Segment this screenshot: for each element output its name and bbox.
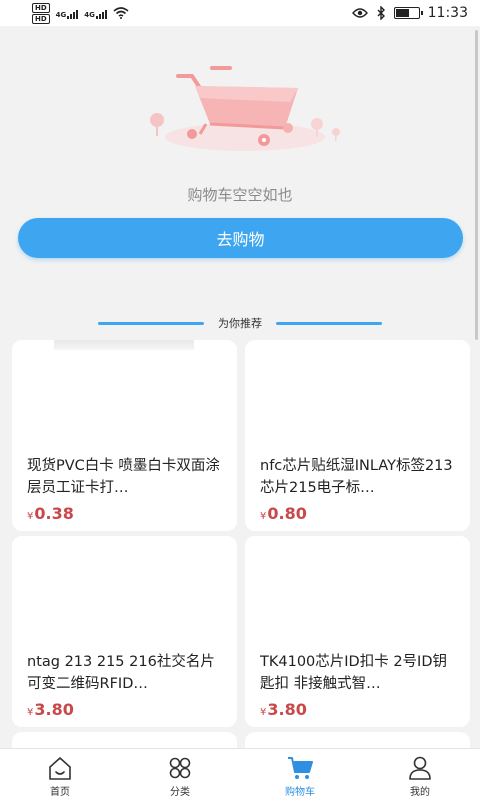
empty-cart-illustration bbox=[150, 66, 340, 151]
divider-line-right bbox=[276, 321, 382, 325]
status-bar: HD HD 4G 4G 11:33 bbox=[0, 0, 480, 26]
currency-symbol: ¥ bbox=[260, 511, 267, 522]
currency-symbol: ¥ bbox=[27, 707, 34, 718]
tab-home-label: 首页 bbox=[50, 787, 70, 798]
network-2-label: 4G bbox=[84, 11, 95, 19]
recommend-header: 为你推荐 bbox=[0, 314, 480, 332]
cart-icon bbox=[288, 757, 313, 779]
home-icon bbox=[49, 757, 71, 780]
product-card[interactable]: 现货PVC白卡 喷墨白卡双面涂层员工证卡打… ¥0.38 bbox=[12, 340, 237, 531]
product-name: nfc芯片贴纸湿INLAY标签213芯片215电子标… bbox=[260, 458, 453, 496]
product-card[interactable]: nfc芯片贴纸湿INLAY标签213芯片215电子标… ¥0.80 bbox=[245, 340, 470, 531]
sim2-badge: HD bbox=[32, 13, 50, 24]
product-price: ¥3.80 bbox=[260, 700, 307, 719]
go-shopping-button[interactable]: 去购物 bbox=[18, 218, 463, 258]
tab-cart[interactable]: 购物车 bbox=[240, 749, 360, 800]
signal-2-icon: 4G bbox=[84, 7, 107, 19]
status-left: HD HD 4G 4G bbox=[32, 2, 129, 24]
product-price: ¥0.38 bbox=[27, 504, 74, 523]
product-card[interactable]: ntag 213 215 216社交名片 可变二维码RFID… ¥3.80 bbox=[12, 536, 237, 727]
price-value: 0.38 bbox=[34, 504, 74, 523]
product-image[interactable] bbox=[12, 340, 237, 440]
status-right: 11:33 bbox=[351, 5, 468, 21]
product-image[interactable] bbox=[245, 340, 470, 440]
battery-icon bbox=[393, 7, 423, 19]
bottom-tab-bar: 首页 分类 购物车 我的 bbox=[0, 748, 480, 800]
recommend-title: 为你推荐 bbox=[218, 317, 262, 330]
sim1-badge: HD bbox=[32, 2, 50, 13]
signal-1-icon: 4G bbox=[56, 7, 79, 19]
divider-line-left bbox=[98, 321, 204, 325]
tab-home[interactable]: 首页 bbox=[0, 749, 120, 800]
product-image[interactable] bbox=[245, 536, 470, 636]
network-1-label: 4G bbox=[55, 11, 67, 19]
category-icon bbox=[169, 757, 191, 779]
product-name: ntag 213 215 216社交名片 可变二维码RFID… bbox=[27, 654, 215, 692]
product-card[interactable]: TK4100芯片ID扣卡 2号ID钥匙扣 非接触式智… ¥3.80 bbox=[245, 536, 470, 727]
product-image[interactable] bbox=[12, 536, 237, 636]
tab-category[interactable]: 分类 bbox=[120, 749, 240, 800]
bluetooth-icon bbox=[377, 6, 385, 20]
currency-symbol: ¥ bbox=[260, 707, 267, 718]
profile-icon bbox=[409, 756, 431, 780]
product-name: 现货PVC白卡 喷墨白卡双面涂层员工证卡打… bbox=[27, 458, 220, 496]
price-value: 3.80 bbox=[267, 700, 307, 719]
product-name: TK4100芯片ID扣卡 2号ID钥匙扣 非接触式智… bbox=[260, 654, 447, 692]
clock: 11:33 bbox=[427, 5, 468, 21]
price-value: 3.80 bbox=[34, 700, 74, 719]
eye-icon bbox=[351, 8, 368, 18]
currency-symbol: ¥ bbox=[27, 511, 34, 522]
price-value: 0.80 bbox=[267, 504, 307, 523]
product-price: ¥0.80 bbox=[260, 504, 307, 523]
tab-profile-label: 我的 bbox=[410, 787, 430, 798]
sim-indicators: HD HD bbox=[32, 2, 50, 24]
empty-cart-message: 购物车空空如也 bbox=[187, 186, 293, 204]
wifi-icon bbox=[113, 7, 129, 19]
tab-profile[interactable]: 我的 bbox=[360, 749, 480, 800]
tab-cart-label: 购物车 bbox=[285, 787, 315, 798]
tab-category-label: 分类 bbox=[170, 787, 190, 798]
product-price: ¥3.80 bbox=[27, 700, 74, 719]
